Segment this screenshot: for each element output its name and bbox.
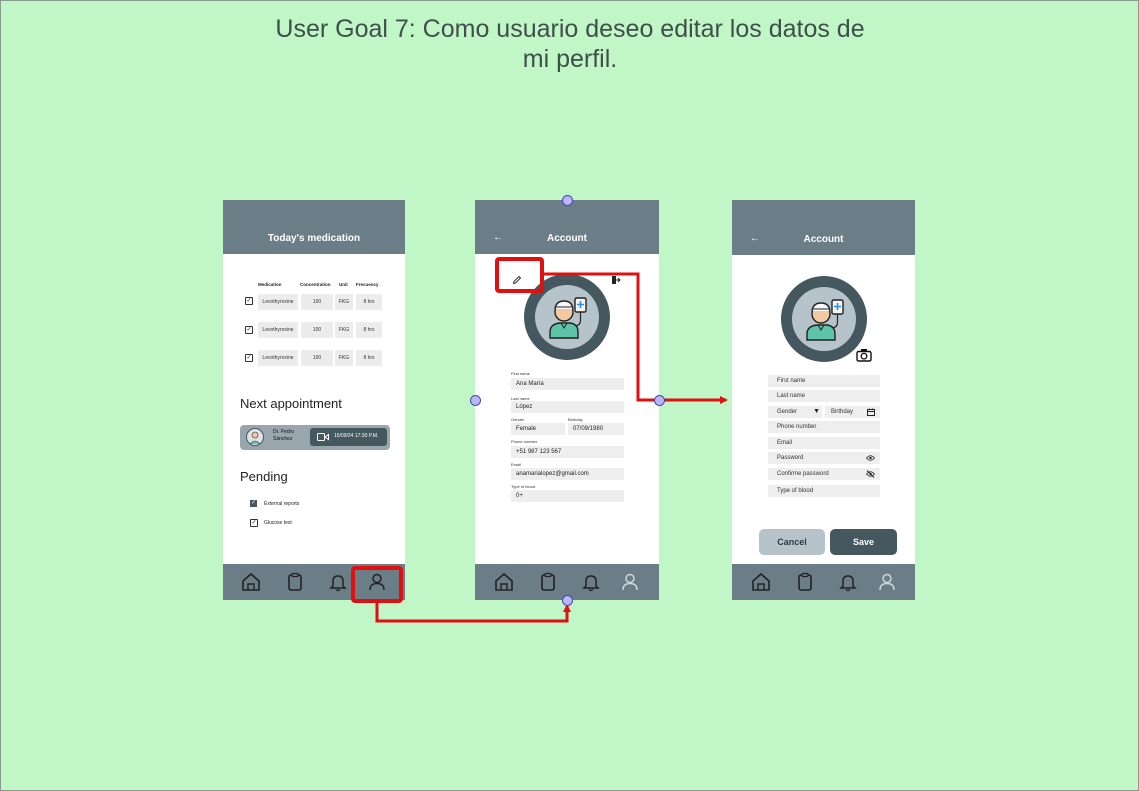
connection-handle[interactable] xyxy=(562,595,573,606)
profile-nav-highlight xyxy=(351,566,403,603)
flow-connectors xyxy=(351,257,728,623)
connection-handle[interactable] xyxy=(470,395,481,406)
connector-to-edit xyxy=(542,272,728,404)
edit-button-highlight xyxy=(495,257,544,293)
connector-to-account xyxy=(375,601,571,623)
connection-handle[interactable] xyxy=(654,395,665,406)
connection-handle[interactable] xyxy=(562,195,573,206)
